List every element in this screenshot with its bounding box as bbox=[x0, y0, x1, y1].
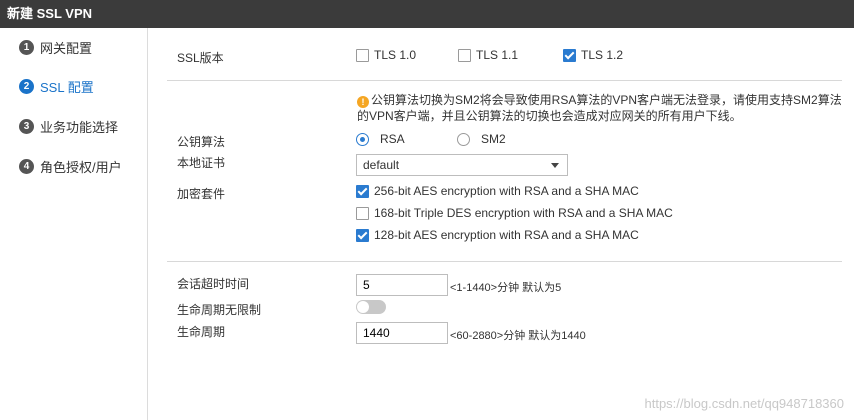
ssl-config-form: SSL版本 TLS 1.0 TLS 1.1 TLS 1.2 ! 公钥算法切换为SM… bbox=[149, 28, 854, 420]
tls12-checkbox[interactable] bbox=[563, 48, 576, 62]
local-cert-select[interactable]: default bbox=[356, 154, 568, 176]
step-business-function[interactable]: 3 业务功能选择 bbox=[19, 116, 118, 136]
step-number-icon: 2 bbox=[19, 78, 34, 94]
cipher-3des-checkbox[interactable] bbox=[356, 206, 369, 220]
cipher-aes128-label: 128-bit AES encryption with RSA and a SH… bbox=[374, 228, 639, 242]
tls10-option[interactable]: TLS 1.0 bbox=[356, 48, 416, 62]
wizard-steps: 1 网关配置 2 SSL 配置 3 业务功能选择 4 角色授权/用户 bbox=[0, 28, 148, 420]
rsa-label: RSA bbox=[380, 132, 405, 146]
lifetime-unlimited-label: 生命周期无限制 bbox=[177, 303, 262, 317]
step-number-icon: 3 bbox=[19, 118, 34, 134]
local-cert-label: 本地证书 bbox=[177, 156, 226, 170]
divider bbox=[167, 261, 842, 262]
session-timeout-input[interactable] bbox=[356, 274, 448, 296]
lifetime-unlimited-toggle[interactable] bbox=[356, 300, 386, 314]
cipher-aes256-option[interactable]: 256-bit AES encryption with RSA and a SH… bbox=[356, 184, 639, 198]
tls11-checkbox[interactable] bbox=[458, 48, 471, 62]
step-ssl-config[interactable]: 2 SSL 配置 bbox=[19, 76, 94, 96]
session-timeout-label: 会话超时时间 bbox=[177, 277, 250, 291]
chevron-down-icon bbox=[551, 163, 559, 168]
rsa-radio[interactable] bbox=[356, 132, 369, 146]
tls10-checkbox[interactable] bbox=[356, 48, 369, 62]
step-label: 网关配置 bbox=[40, 40, 93, 56]
divider bbox=[167, 80, 842, 81]
sm2-radio[interactable] bbox=[457, 132, 470, 146]
pubkey-warning: ! 公钥算法切换为SM2将会导致使用RSA算法的VPN客户端无法登录，请使用支持S… bbox=[357, 92, 847, 124]
session-timeout-hint: <1-1440>分钟 默认为5 bbox=[450, 282, 562, 294]
local-cert-value: default bbox=[363, 158, 400, 172]
cipher-aes128-option[interactable]: 128-bit AES encryption with RSA and a SH… bbox=[356, 228, 639, 242]
step-number-icon: 1 bbox=[19, 39, 34, 55]
step-gateway-config[interactable]: 1 网关配置 bbox=[19, 37, 92, 57]
cipher-aes256-checkbox[interactable] bbox=[356, 184, 369, 198]
step-label: 角色授权/用户 bbox=[40, 159, 122, 175]
lifetime-input[interactable] bbox=[356, 322, 448, 344]
watermark: https://blog.csdn.net/qq948718360 bbox=[644, 396, 845, 411]
sm2-option[interactable]: SM2 bbox=[457, 132, 506, 146]
sm2-label: SM2 bbox=[481, 132, 506, 146]
step-number-icon: 4 bbox=[19, 158, 34, 174]
cipher-3des-option[interactable]: 168-bit Triple DES encryption with RSA a… bbox=[356, 206, 673, 220]
tls11-option[interactable]: TLS 1.1 bbox=[458, 48, 518, 62]
step-label: 业务功能选择 bbox=[40, 119, 119, 135]
ssl-version-label: SSL版本 bbox=[177, 51, 224, 65]
pubkey-label: 公钥算法 bbox=[177, 135, 226, 149]
tls12-option[interactable]: TLS 1.2 bbox=[563, 48, 623, 62]
rsa-option[interactable]: RSA bbox=[356, 132, 405, 146]
cipher-aes256-label: 256-bit AES encryption with RSA and a SH… bbox=[374, 184, 639, 198]
cipher-3des-label: 168-bit Triple DES encryption with RSA a… bbox=[374, 206, 673, 220]
cipher-suite-label: 加密套件 bbox=[177, 187, 226, 201]
step-label: SSL 配置 bbox=[40, 79, 94, 95]
cipher-aes128-checkbox[interactable] bbox=[356, 228, 369, 242]
window-title: 新建 SSL VPN bbox=[0, 0, 854, 28]
lifetime-label: 生命周期 bbox=[177, 325, 226, 339]
lifetime-hint: <60-2880>分钟 默认为1440 bbox=[450, 330, 586, 342]
tls11-label: TLS 1.1 bbox=[476, 48, 519, 62]
step-role-authorization[interactable]: 4 角色授权/用户 bbox=[19, 156, 122, 176]
tls12-label: TLS 1.2 bbox=[581, 48, 624, 62]
tls10-label: TLS 1.0 bbox=[374, 48, 417, 62]
warning-icon: ! bbox=[357, 96, 369, 108]
warning-text: 公钥算法切换为SM2将会导致使用RSA算法的VPN客户端无法登录，请使用支持SM… bbox=[357, 93, 842, 123]
